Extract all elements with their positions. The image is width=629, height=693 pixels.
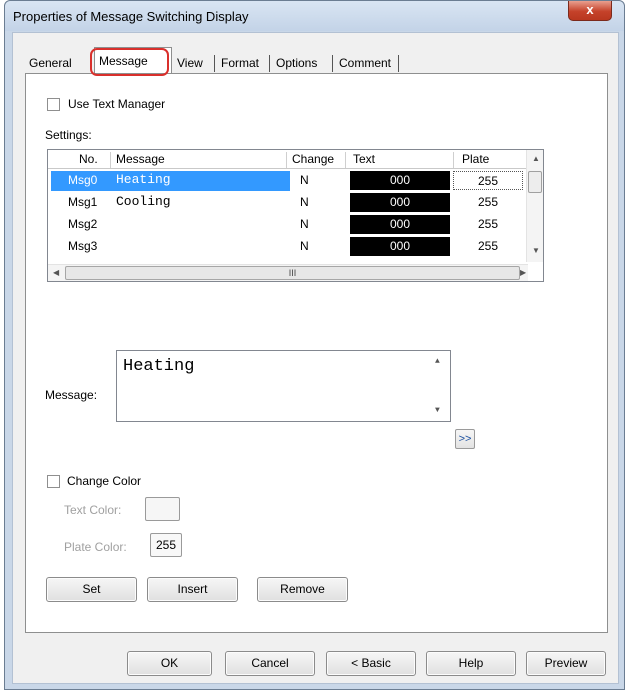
expand-message-button[interactable]: >> (455, 429, 475, 449)
window-title: Properties of Message Switching Display (13, 9, 249, 24)
use-text-manager-checkbox[interactable] (47, 98, 60, 111)
tab-separator (332, 55, 333, 72)
cancel-button[interactable]: Cancel (225, 651, 315, 676)
settings-label: Settings: (45, 128, 92, 142)
message-label: Message: (45, 388, 98, 402)
preview-button[interactable]: Preview (526, 651, 606, 676)
column-divider (345, 152, 346, 168)
column-divider (453, 152, 454, 168)
scroll-down-icon[interactable]: ▼ (532, 246, 540, 255)
set-button[interactable]: Set (46, 577, 137, 602)
scroll-up-icon[interactable]: ▲ (532, 154, 540, 163)
column-header-plate[interactable]: Plate (458, 150, 489, 169)
close-button[interactable]: x (568, 1, 612, 21)
row-plate-color: 255 (453, 171, 523, 190)
row-no: Msg1 (68, 195, 98, 209)
table-row[interactable]: Msg1 Cooling N 000 255 (48, 192, 528, 214)
row-change: N (300, 173, 309, 187)
grid-header: No. Message Change Text Plate (48, 150, 543, 169)
column-header-no[interactable]: No. (75, 150, 98, 169)
tab-separator (398, 55, 399, 72)
settings-grid[interactable]: No. Message Change Text Plate Msg0 Heati… (47, 149, 544, 282)
message-text: Heating (123, 357, 195, 376)
change-color-label: Change Color (67, 474, 142, 488)
dialog-client-area: General Message View Format Options Comm… (12, 32, 619, 684)
remove-button[interactable]: Remove (257, 577, 348, 602)
row-plate-color: 255 (477, 217, 499, 231)
row-plate-color: 255 (477, 239, 499, 253)
column-header-text[interactable]: Text (349, 150, 375, 169)
help-button[interactable]: Help (426, 651, 516, 676)
tab-format[interactable]: Format (217, 53, 263, 73)
row-message: Heating (116, 172, 171, 187)
grid-horizontal-scrollbar[interactable]: ◀ III ▶ (48, 264, 528, 281)
row-plate-color: 255 (477, 195, 499, 209)
row-change: N (300, 239, 309, 253)
row-text-color: 000 (350, 215, 450, 234)
tab-comment[interactable]: Comment (335, 53, 395, 73)
row-change: N (300, 217, 309, 231)
scroll-down-icon[interactable]: ▼ (435, 406, 440, 415)
row-text-color: 000 (350, 193, 450, 212)
row-no: Msg3 (68, 239, 98, 253)
table-row[interactable]: Msg3 N 000 255 (48, 236, 528, 258)
row-no: Msg2 (68, 217, 98, 231)
table-row[interactable]: Msg0 Heating N 000 255 (48, 170, 528, 192)
row-text-color: 000 (350, 237, 450, 256)
grid-vertical-scrollbar[interactable]: ▲ ▼ (526, 150, 543, 262)
message-tab-panel: Use Text Manager Settings: No. Message C… (25, 73, 608, 633)
text-color-label: Text Color: (64, 503, 122, 517)
change-color-checkbox[interactable] (47, 475, 60, 488)
plate-color-swatch[interactable]: 255 (150, 533, 182, 557)
column-divider (286, 152, 287, 168)
scroll-up-icon[interactable]: ▲ (435, 357, 440, 366)
row-no: Msg0 (68, 173, 98, 187)
scroll-thumb[interactable] (528, 171, 542, 193)
ok-button[interactable]: OK (127, 651, 212, 676)
tab-view[interactable]: View (173, 53, 207, 73)
tab-separator (214, 55, 215, 72)
use-text-manager-label: Use Text Manager (68, 97, 166, 111)
basic-button[interactable]: < Basic (326, 651, 416, 676)
table-row[interactable]: Msg2 N 000 255 (48, 214, 528, 236)
scroll-thumb[interactable]: III (65, 266, 520, 280)
tab-highlight-annotation (90, 48, 169, 76)
scroll-left-icon[interactable]: ◀ (53, 268, 59, 277)
tab-general[interactable]: General (25, 53, 76, 73)
scroll-right-icon[interactable]: ▶ (520, 268, 526, 277)
column-header-change[interactable]: Change (288, 150, 334, 169)
insert-button[interactable]: Insert (147, 577, 238, 602)
row-text-color: 000 (350, 171, 450, 190)
properties-dialog: Properties of Message Switching Display … (4, 0, 625, 690)
close-icon: x (586, 2, 594, 17)
row-message: Cooling (116, 194, 171, 209)
tab-options[interactable]: Options (272, 53, 321, 73)
row-change: N (300, 195, 309, 209)
column-header-message[interactable]: Message (112, 150, 165, 169)
tab-separator (269, 55, 270, 72)
column-divider (110, 152, 111, 168)
title-bar[interactable]: Properties of Message Switching Display … (5, 1, 624, 31)
text-color-swatch[interactable] (145, 497, 180, 521)
plate-color-label: Plate Color: (64, 540, 127, 554)
message-textarea[interactable]: Heating ▲ ▼ (116, 350, 451, 422)
